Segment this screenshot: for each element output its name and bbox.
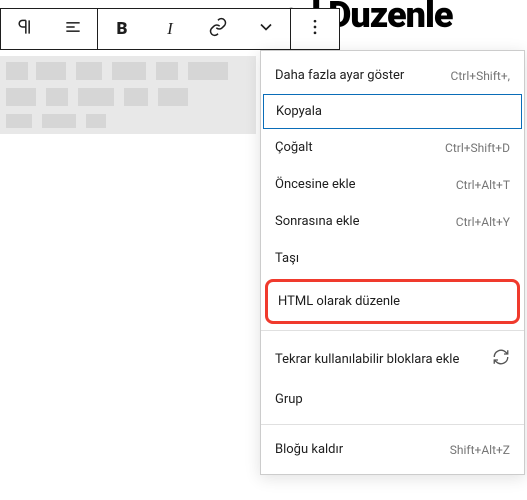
content-block-blurred [0,56,256,134]
menu-item-insert-before[interactable]: Öncesine ekle Ctrl+Alt+T [261,166,524,203]
block-options-menu: Daha fazla ayar göster Ctrl+Shift+, Kopy… [260,50,525,475]
menu-item-insert-after[interactable]: Sonrasına ekle Ctrl+Alt+Y [261,203,524,240]
menu-item-label: Sonrasına ekle [275,214,359,229]
link-button[interactable] [194,9,242,49]
menu-item-label: Bloğu kaldır [275,442,343,457]
menu-item-label: Tekrar kullanılabilir bloklara ekle [275,352,459,367]
menu-item-label: Öncesine ekle [275,177,356,192]
menu-item-shortcut: Shift+Alt+Z [450,443,510,457]
refresh-icon [492,348,510,370]
menu-item-label: Kopyala [276,104,322,119]
menu-item-duplicate[interactable]: Çoğalt Ctrl+Shift+D [261,129,524,166]
menu-separator [261,330,524,331]
menu-item-edit-as-html[interactable]: HTML olarak düzenle [265,279,520,324]
more-vertical-icon [305,17,325,41]
menu-item-group[interactable]: Grup [261,381,524,418]
menu-item-copy[interactable]: Kopyala [263,94,522,129]
menu-item-add-to-reusable[interactable]: Tekrar kullanılabilir bloklara ekle [261,337,524,381]
align-left-icon [63,17,83,41]
menu-item-label: Grup [275,392,303,407]
chevron-down-icon [256,17,276,41]
menu-item-shortcut: Ctrl+Shift+D [445,141,510,155]
align-button[interactable] [49,9,97,49]
pilcrow-icon [15,17,35,41]
menu-item-move[interactable]: Taşı [261,240,524,277]
menu-item-shortcut: Ctrl+Shift+, [451,69,510,83]
block-toolbar: B I [0,8,340,50]
menu-item-label: HTML olarak düzenle [278,294,400,309]
menu-item-remove-block[interactable]: Bloğu kaldır Shift+Alt+Z [261,431,524,468]
link-icon [208,17,228,41]
menu-separator [261,424,524,425]
menu-item-show-more-settings[interactable]: Daha fazla ayar göster Ctrl+Shift+, [261,57,524,94]
italic-button[interactable]: I [146,9,194,49]
bold-button[interactable]: B [98,9,146,49]
more-formatting-button[interactable] [242,9,290,49]
paragraph-button[interactable] [1,9,49,49]
menu-item-label: Taşı [275,251,299,266]
menu-item-label: Daha fazla ayar göster [275,68,404,83]
more-options-button[interactable] [291,9,339,49]
menu-item-shortcut: Ctrl+Alt+Y [456,215,510,229]
menu-item-shortcut: Ctrl+Alt+T [456,178,510,192]
menu-item-label: Çoğalt [275,140,313,155]
